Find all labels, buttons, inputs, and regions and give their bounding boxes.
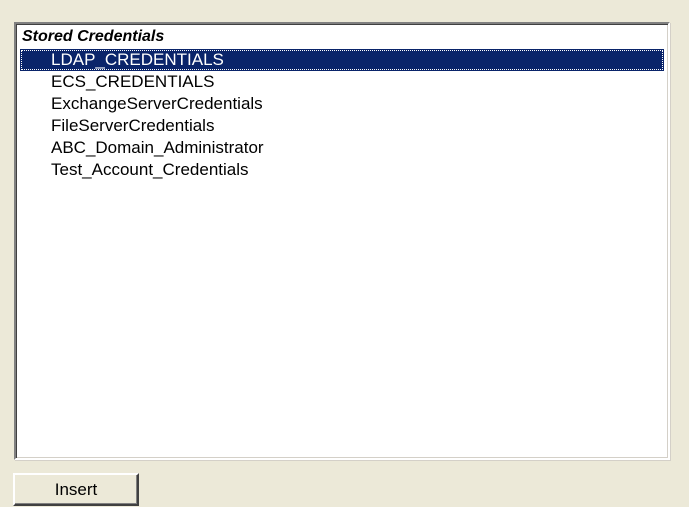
- list-header: Stored Credentials: [22, 28, 165, 45]
- list-item-file-server-credentials[interactable]: FileServerCredentials: [20, 115, 664, 137]
- list-item-test-account-credentials[interactable]: Test_Account_Credentials: [20, 159, 664, 181]
- credentials-list: LDAP_CREDENTIALS ECS_CREDENTIALS Exchang…: [16, 49, 668, 181]
- insert-button[interactable]: Insert: [13, 473, 139, 506]
- stored-credentials-listbox[interactable]: Stored Credentials LDAP_CREDENTIALS ECS_…: [14, 22, 670, 460]
- list-item-abc-domain-administrator[interactable]: ABC_Domain_Administrator: [20, 137, 664, 159]
- list-item-exchange-server-credentials[interactable]: ExchangeServerCredentials: [20, 93, 664, 115]
- list-item-ldap-credentials[interactable]: LDAP_CREDENTIALS: [20, 49, 664, 71]
- list-item-ecs-credentials[interactable]: ECS_CREDENTIALS: [20, 71, 664, 93]
